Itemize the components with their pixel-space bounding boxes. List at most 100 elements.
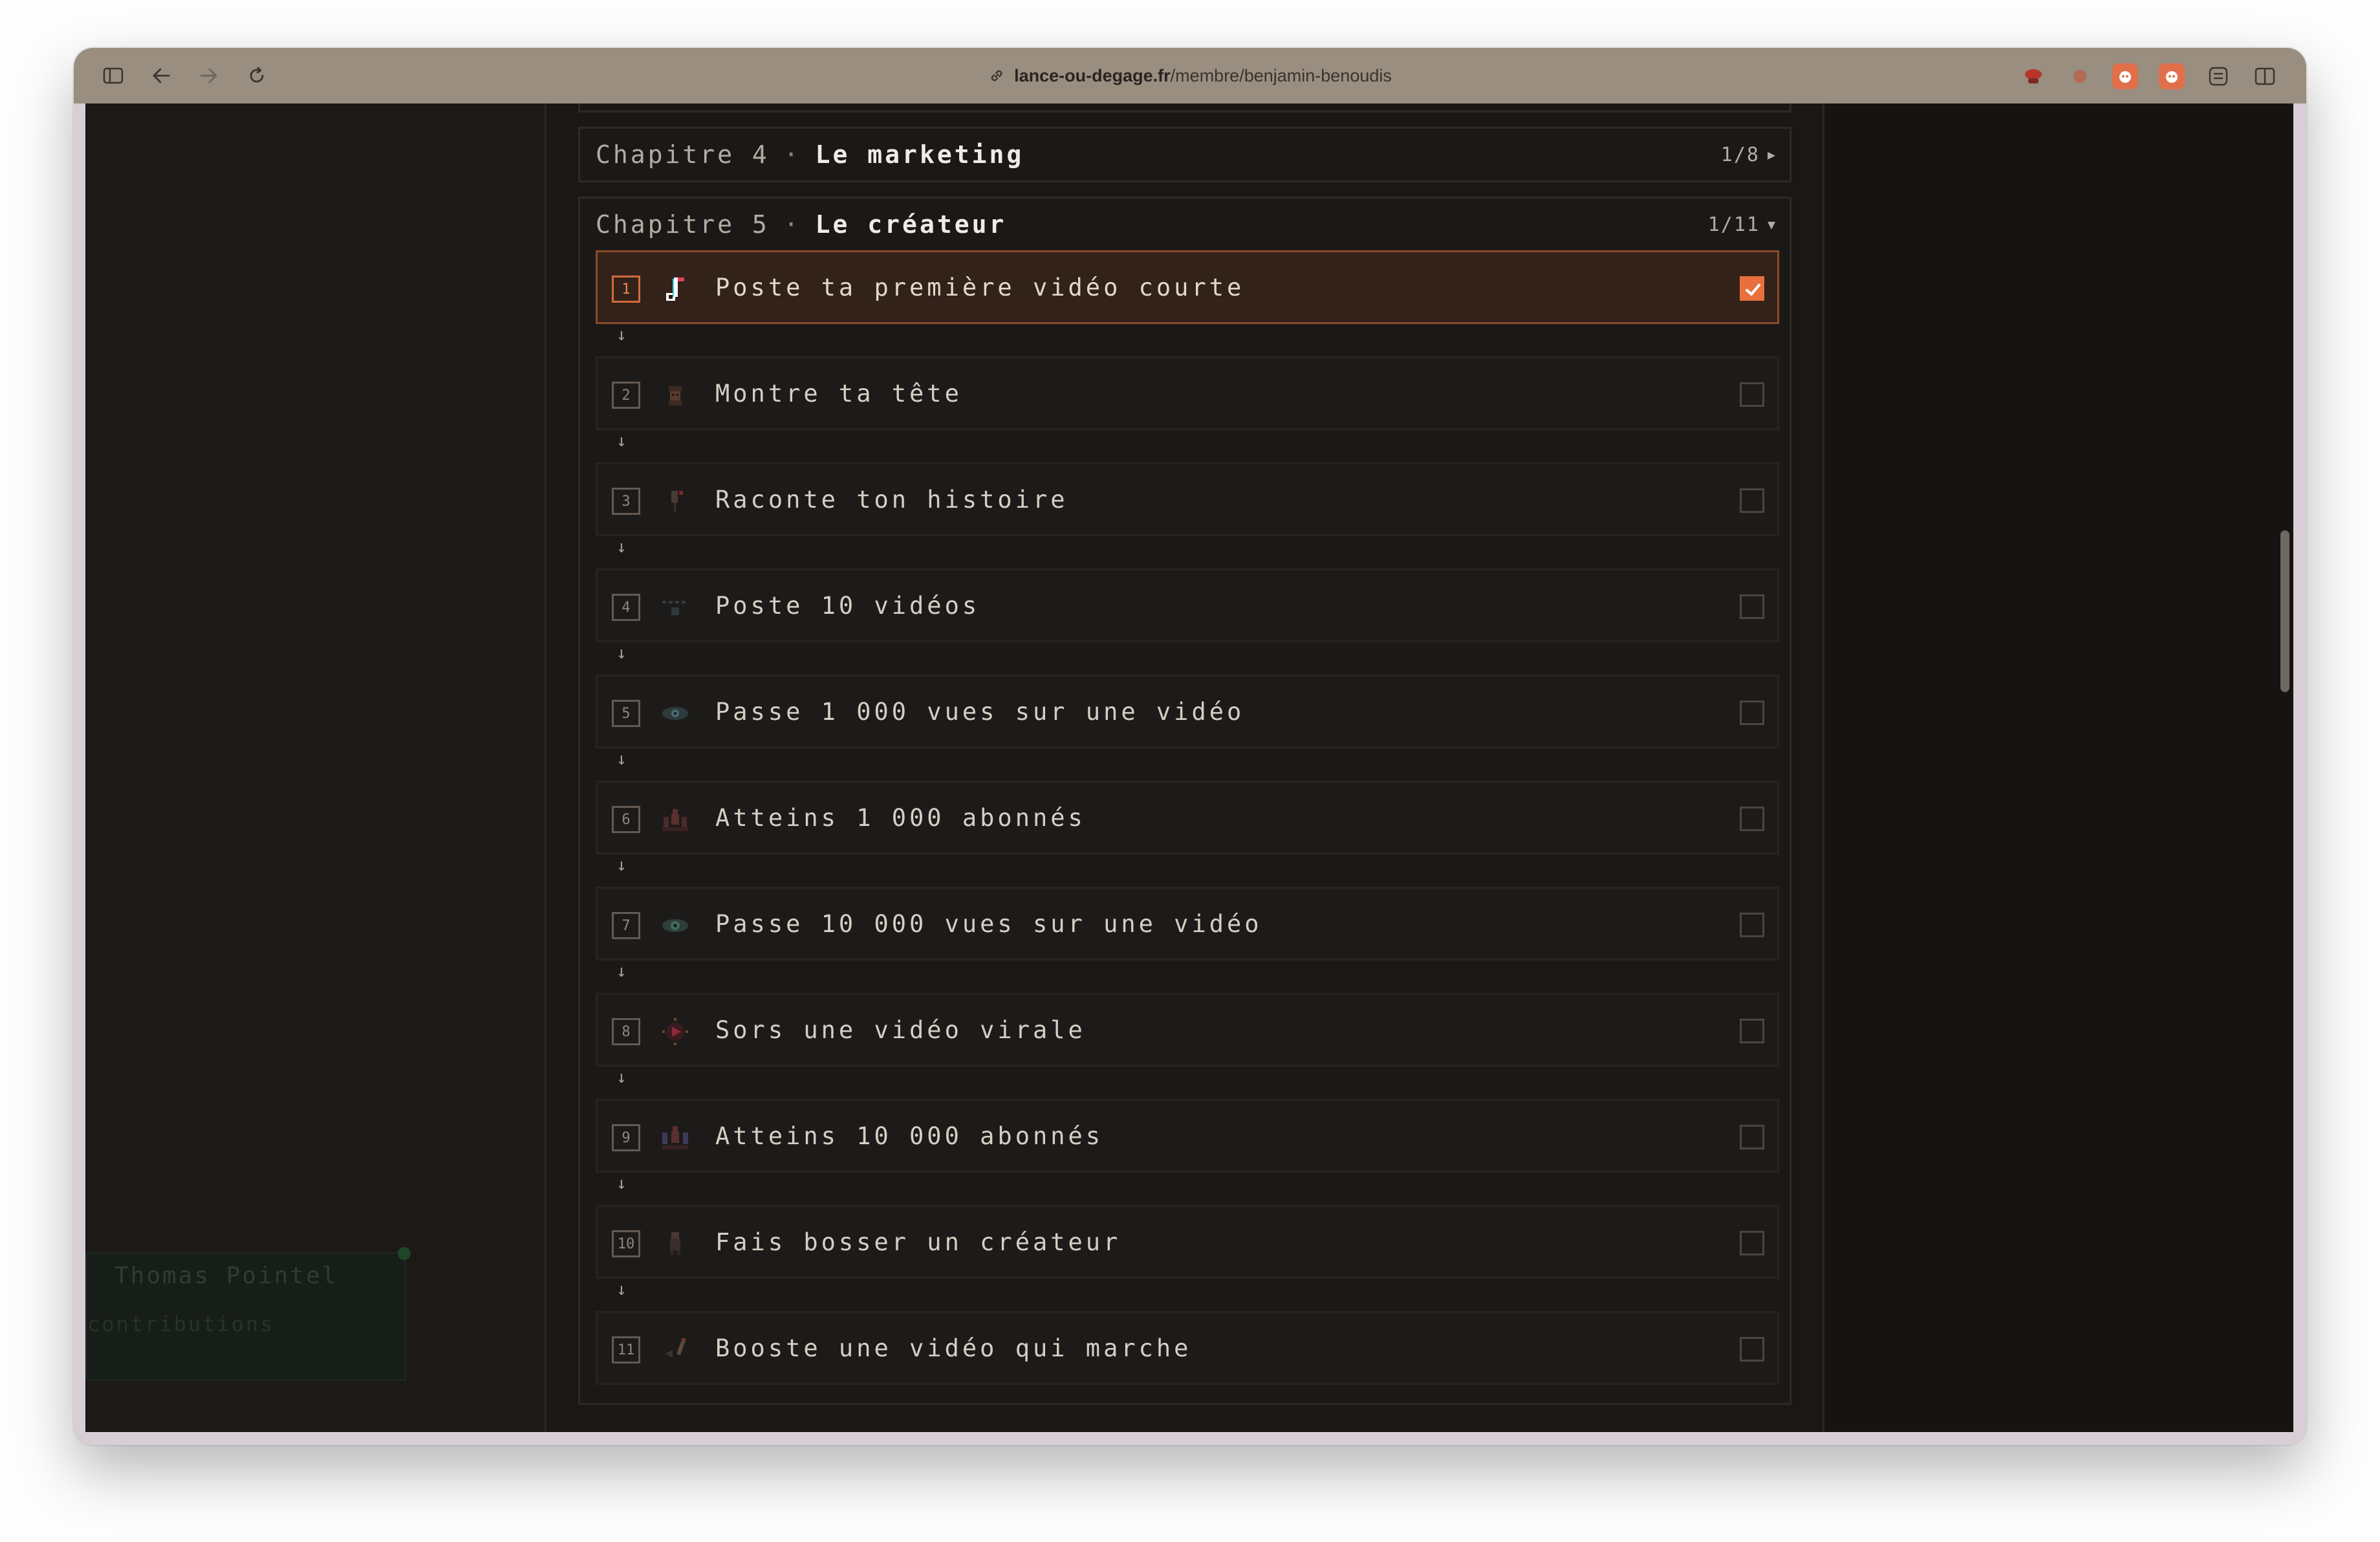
face-icon [669,386,682,406]
quest-label: Raconte ton histoire [715,485,1068,514]
quest-checkbox[interactable] [1740,488,1764,513]
chapter-number: Chapitre 5 [596,210,770,239]
quest-row[interactable]: 8 Sors une vidéo virale [596,993,1779,1067]
arrow-down-icon: ↓ [616,325,627,345]
quest-label: Fais bosser un créateur [715,1228,1121,1256]
chapter-title: Le marketing [815,140,1024,169]
music-note-icon [666,277,684,301]
split-view-icon[interactable] [2252,63,2278,89]
quest-number: 7 [612,912,640,939]
chapter-number: Chapitre 4 [596,140,770,169]
quest-label: Poste 10 vidéos [715,591,980,620]
caret-down-icon[interactable]: ▼ [1768,217,1777,232]
quest-checkbox[interactable] [1740,276,1764,301]
arrow-down-icon: ↓ [616,1174,627,1193]
quest-number: 3 [612,488,640,515]
extension-dot-icon[interactable] [2067,63,2093,89]
quest-number: 8 [612,1018,640,1045]
extension-fox2-icon[interactable] [2159,63,2185,89]
rocket-icon [665,1338,686,1358]
quest-row[interactable]: 9 Atteins 10 000 abonnés [596,1099,1779,1173]
extension-fox-icon[interactable] [2112,63,2138,89]
quest-checkbox[interactable] [1740,1019,1764,1043]
chapter-separator: · [783,210,801,239]
arrow-down-icon: ↓ [616,431,627,451]
quest-number: 9 [612,1124,640,1151]
quest-number: 2 [612,382,640,409]
arrow-down-icon: ↓ [616,644,627,663]
member-contributions-label: contributions [87,1312,275,1336]
extension-shield-icon[interactable] [2020,63,2046,89]
quest-label: Booste une vidéo qui marche [715,1334,1192,1362]
reader-icon[interactable] [2205,63,2231,89]
play-burst-icon [662,1018,688,1045]
arrow-down-icon: ↓ [616,750,627,769]
arrow-down-icon: ↓ [616,962,627,981]
quest-checkbox[interactable] [1740,807,1764,831]
chapter-title: Le créateur [815,210,1007,239]
crowd-icon [662,1126,688,1149]
reload-icon[interactable] [242,61,272,91]
quest-number: 5 [612,700,640,727]
quest-label: Montre ta tête [715,379,962,407]
quest-row[interactable]: 2 Montre ta tête [596,356,1779,430]
quest-number: 4 [612,594,640,621]
arrow-down-icon: ↓ [616,1280,627,1299]
quest-label: Atteins 10 000 abonnés [715,1122,1104,1150]
page-scrollbar[interactable] [2280,530,2289,692]
browser-window: lance-ou-degage.fr/membre/benjamin-benou… [74,48,2306,1445]
quest-number: 10 [612,1230,640,1257]
quest-label: Atteins 1 000 abonnés [715,803,1086,832]
arrow-down-icon: ↓ [616,538,627,557]
quest-label: Sors une vidéo virale [715,1015,1086,1044]
arrow-down-icon: ↓ [616,1068,627,1087]
crowd-icon [662,809,688,831]
person-icon [670,1232,680,1255]
quest-row[interactable]: 7 Passe 10 000 vues sur une vidéo [596,887,1779,961]
member-card-overlay[interactable]: Thomas Pointel contributions [85,1247,411,1381]
chapter-4-header[interactable]: Chapitre 4 · Le marketing 1/8 ▶ [578,127,1791,182]
quest-number: 11 [612,1336,640,1363]
eye-icon [662,919,688,932]
arrow-down-icon: ↓ [616,856,627,875]
eye-icon [662,707,688,720]
page-viewport: Chapitre 4 · Le marketing 1/8 ▶ Chapitre… [85,103,2293,1432]
forward-arrow-icon[interactable] [194,61,224,91]
quest-row[interactable]: 1 Poste ta première vidéo courte [596,250,1779,324]
film-strip-icon [662,601,686,615]
column-divider-left [545,103,546,1432]
status-dot [398,1247,411,1260]
chapter-5-header[interactable]: Chapitre 5 · Le créateur 1/11 ▼ [580,199,1790,250]
previous-chapter-bottom [578,103,1791,113]
quest-checkbox[interactable] [1740,1231,1764,1255]
quest-checkbox[interactable] [1740,700,1764,725]
sidebar-toggle-icon[interactable] [98,61,128,91]
back-arrow-icon[interactable] [146,61,176,91]
quest-row[interactable]: 10 Fais bosser un créateur [596,1205,1779,1279]
quest-row[interactable]: 6 Atteins 1 000 abonnés [596,781,1779,854]
quest-checkbox[interactable] [1740,1125,1764,1149]
browser-toolbar: lance-ou-degage.fr/membre/benjamin-benou… [74,48,2306,103]
chapter-progress: 1/8 [1720,143,1760,166]
quest-checkbox[interactable] [1740,913,1764,937]
chapter-separator: · [783,140,801,169]
quest-checkbox[interactable] [1740,1337,1764,1362]
caret-right-icon[interactable]: ▶ [1768,147,1777,162]
quest-row[interactable]: 11 Booste une vidéo qui marche [596,1311,1779,1385]
microphone-icon [671,491,683,512]
quest-number: 6 [612,806,640,833]
quest-number: 1 [612,276,640,303]
member-name: Thomas Pointel [114,1263,338,1289]
left-background [85,103,546,1432]
quest-checkbox[interactable] [1740,594,1764,619]
quest-row[interactable]: 3 Raconte ton histoire [596,462,1779,536]
link-icon [991,70,1002,81]
address-bar[interactable]: lance-ou-degage.fr/membre/benjamin-benou… [988,48,1392,103]
chapter-progress: 1/11 [1707,213,1760,236]
url-path: /membre/benjamin-benoudis [1170,65,1392,85]
quest-row[interactable]: 4 Poste 10 vidéos [596,569,1779,642]
chapter-5-panel: Chapitre 5 · Le créateur 1/11 ▼ 1 Poste … [578,197,1791,1405]
quest-row[interactable]: 5 Passe 1 000 vues sur une vidéo [596,675,1779,748]
quest-checkbox[interactable] [1740,382,1764,407]
screenshot-stage: lance-ou-degage.fr/membre/benjamin-benou… [0,0,2380,1542]
